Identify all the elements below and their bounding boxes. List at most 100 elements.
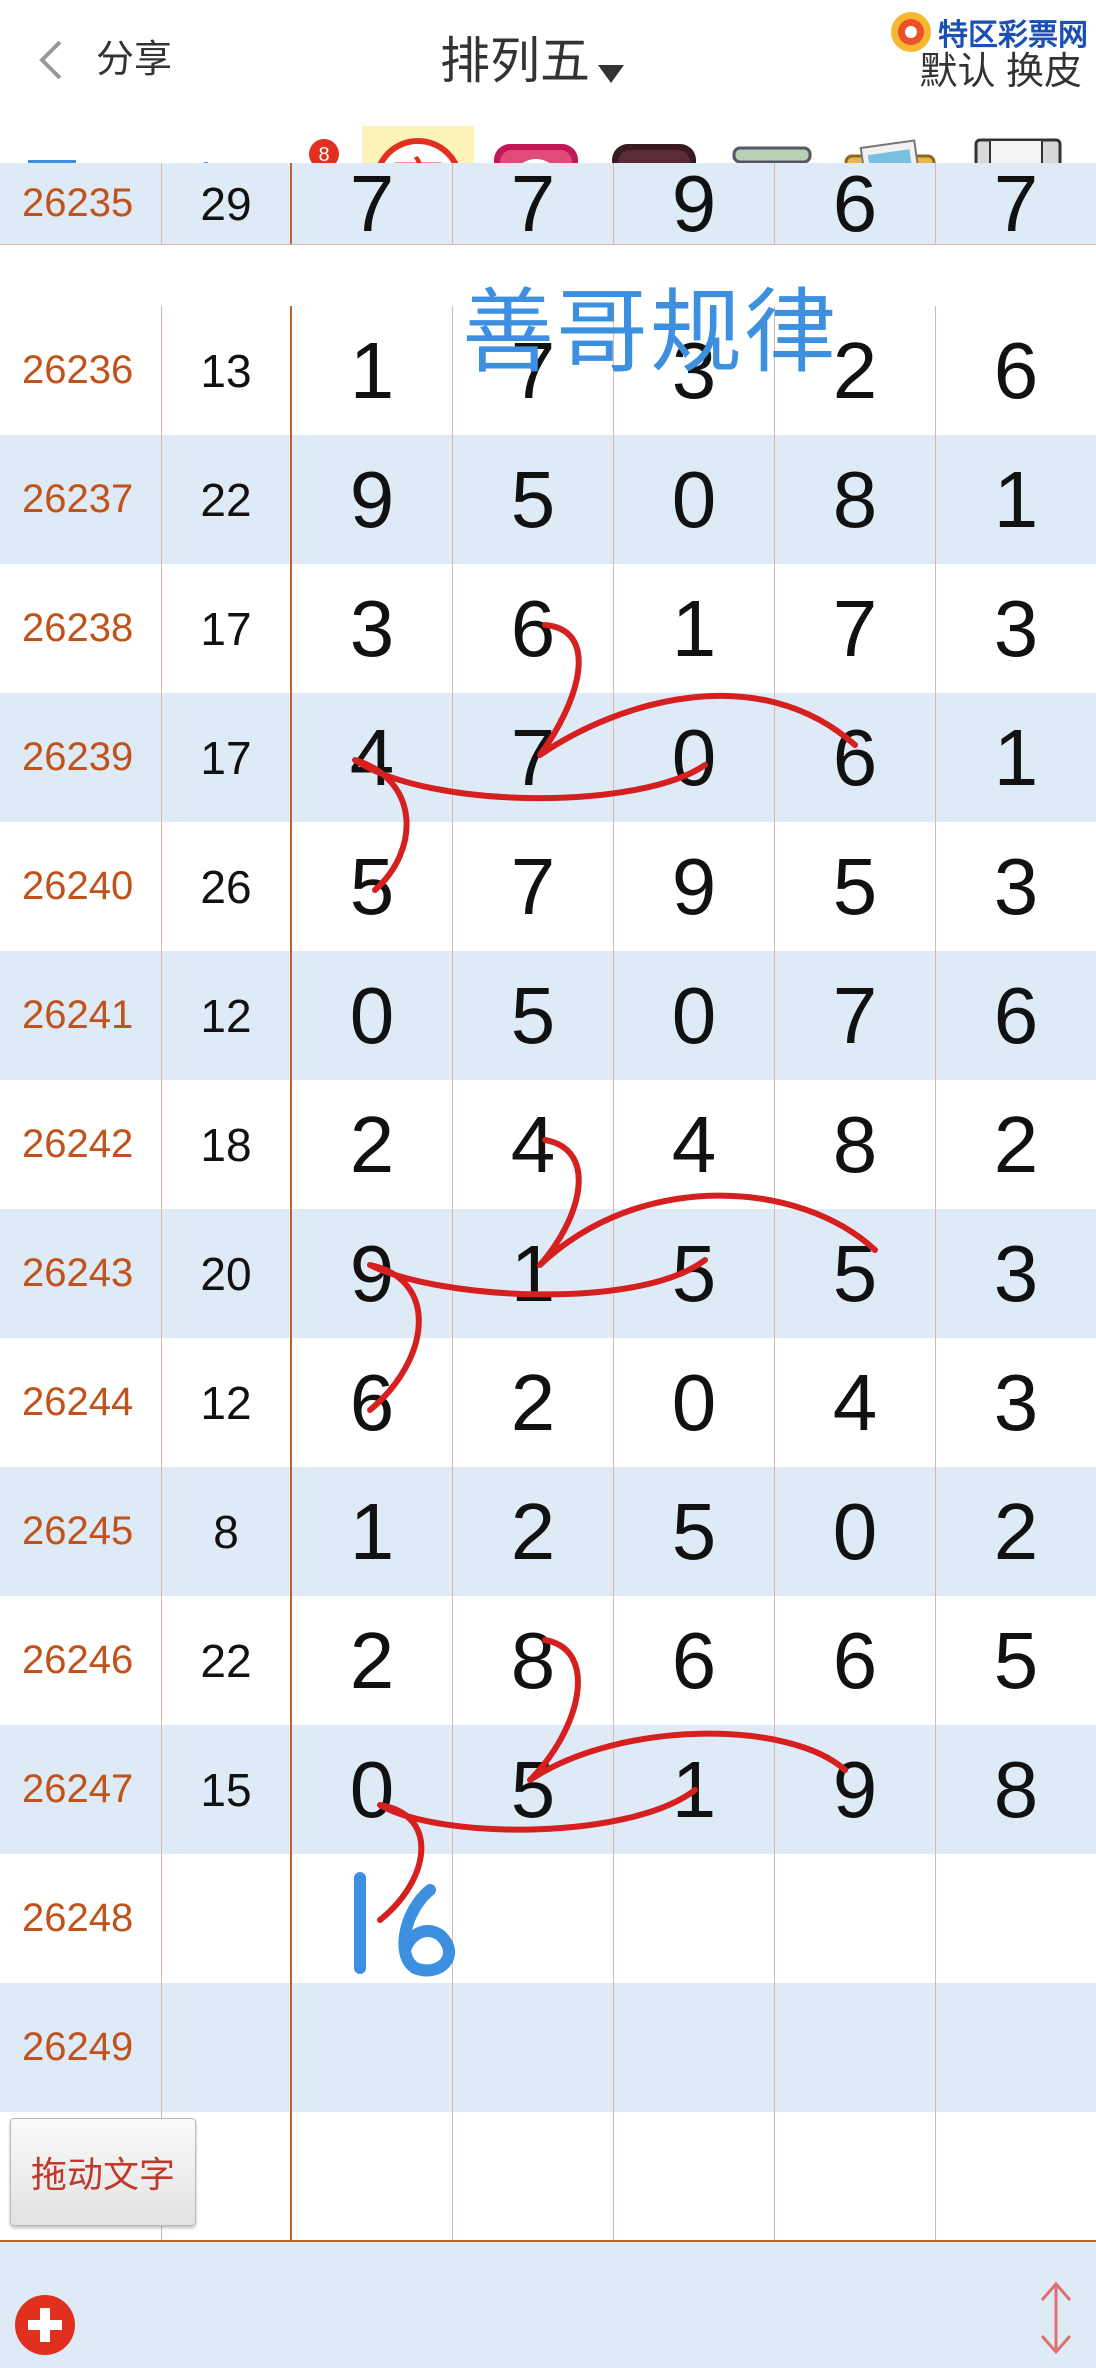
digit-cell: 4 <box>614 1080 775 1209</box>
lottery-type-dropdown[interactable]: 排列五 <box>440 26 625 96</box>
digit-cell: 6 <box>775 1596 936 1725</box>
digit-cell <box>775 1983 936 2112</box>
issue-cell: 26238 <box>0 564 162 693</box>
issue-cell: 26242 <box>0 1080 162 1209</box>
issue-cell: 26236 <box>0 306 162 435</box>
digit-cell: 2 <box>993 1099 1039 1189</box>
sum-cell: 12 <box>162 1338 292 1467</box>
digit-cell: 7 <box>292 159 453 248</box>
back-button[interactable]: 分享 <box>20 26 200 96</box>
table-row: 26249 <box>0 1983 1096 2113</box>
digit-cell <box>453 1983 614 2112</box>
digit-cell: 6 <box>453 564 614 693</box>
digit-cell: 6 <box>614 1596 775 1725</box>
digit-cell: 1 <box>614 564 775 693</box>
digit-cell: 5 <box>453 435 614 564</box>
digit-cell: 5 <box>453 951 614 1080</box>
theme-switch-button[interactable]: 默认 换皮 <box>919 40 1082 95</box>
digit-cell: 6 <box>993 325 1039 415</box>
table-row: 26248 <box>0 1854 1096 1986</box>
digit-cell: 8 <box>993 1744 1039 1834</box>
digit-cell: 1 <box>292 306 453 435</box>
digit-cell <box>453 2112 614 2241</box>
drag-text-button[interactable]: 拖动文字 <box>10 2118 196 2226</box>
digit-cell: 8 <box>775 435 936 564</box>
issue-cell: 26243 <box>0 1209 162 1338</box>
table-row: 26243 20 9 1 5 5 3 <box>0 1209 1096 1339</box>
issue-cell: 26237 <box>0 435 162 564</box>
sum-cell: 20 <box>162 1209 292 1338</box>
digit-cell <box>936 1854 1096 1983</box>
table-row: 26242 18 2 4 4 8 2 <box>0 1080 1096 1210</box>
sum-cell: 17 <box>162 564 292 693</box>
add-circle-icon[interactable] <box>12 2292 78 2358</box>
digit-cell: 2 <box>292 1080 453 1209</box>
digit-cell <box>936 2112 1096 2241</box>
digit-cell <box>292 1854 453 1983</box>
digit-cell: 5 <box>614 1467 775 1596</box>
sum-cell <box>162 1983 292 2112</box>
digit-cell: 8 <box>775 1080 936 1209</box>
digit-cell: 7 <box>453 693 614 822</box>
digit-cell: 6 <box>775 159 936 248</box>
issue-cell: 26248 <box>0 1854 162 1983</box>
table-row: 26244 12 6 2 0 4 3 <box>0 1338 1096 1470</box>
issue-cell: 26249 <box>0 1983 162 2112</box>
digit-cell: 6 <box>775 693 936 822</box>
digit-cell: 6 <box>993 970 1039 1060</box>
digit-cell: 7 <box>453 822 614 951</box>
issue-cell: 26235 <box>0 163 162 244</box>
digit-cell: 9 <box>292 1209 453 1338</box>
digit-cell: 0 <box>292 1725 453 1854</box>
issue-cell: 26246 <box>0 1596 162 1725</box>
digit-cell <box>614 1983 775 2112</box>
scroll-up-down-icon[interactable] <box>1034 2278 1078 2358</box>
issue-cell: 26241 <box>0 951 162 1080</box>
table-row: 26237 22 9 5 0 8 1 <box>0 435 1096 565</box>
digit-cell: 2 <box>775 306 936 435</box>
digit-cell: 8 <box>453 1596 614 1725</box>
digit-cell <box>614 2112 775 2241</box>
digit-cell: 4 <box>453 1080 614 1209</box>
digit-cell: 0 <box>775 1467 936 1596</box>
digit-cell: 0 <box>614 1338 775 1467</box>
digit-cell: 9 <box>614 822 775 951</box>
sum-cell <box>162 1854 292 1983</box>
digit-cell: 3 <box>292 564 453 693</box>
sum-cell: 18 <box>162 1080 292 1209</box>
digit-cell <box>775 2112 936 2241</box>
digit-cell <box>775 1854 936 1983</box>
digit-cell: 5 <box>993 1615 1039 1705</box>
digit-cell: 1 <box>614 1725 775 1854</box>
issue-cell: 26245 <box>0 1467 162 1596</box>
digit-cell: 9 <box>614 159 775 248</box>
sum-cell: 29 <box>162 163 292 244</box>
issue-cell: 26244 <box>0 1338 162 1467</box>
digit-cell: 1 <box>993 454 1039 544</box>
digit-cell: 5 <box>614 1209 775 1338</box>
digit-cell: 3 <box>993 1357 1039 1447</box>
sum-cell: 17 <box>162 693 292 822</box>
top-bar: 分享 排列五 特区彩票网 默认 换皮 <box>0 0 1096 122</box>
table-row: 26236 13 1 7 3 2 6 <box>0 306 1096 438</box>
sum-cell: 26 <box>162 822 292 951</box>
digit-cell: 0 <box>614 435 775 564</box>
sum-cell: 22 <box>162 1596 292 1725</box>
issue-cell: 26239 <box>0 693 162 822</box>
digit-cell: 5 <box>292 822 453 951</box>
chevron-left-icon <box>39 40 62 80</box>
sum-cell: 22 <box>162 435 292 564</box>
digit-cell: 7 <box>453 306 614 435</box>
digit-cell: 4 <box>292 693 453 822</box>
issue-cell: 26240 <box>0 822 162 951</box>
digit-cell: 7 <box>775 564 936 693</box>
digit-cell: 9 <box>292 435 453 564</box>
digit-cell: 7 <box>993 158 1039 248</box>
digit-cell: 2 <box>292 1596 453 1725</box>
digit-cell: 1 <box>453 1209 614 1338</box>
digit-cell <box>292 2112 453 2241</box>
digit-cell: 0 <box>614 951 775 1080</box>
digit-cell <box>936 1983 1096 2112</box>
digit-cell: 3 <box>993 841 1039 931</box>
issue-cell: 26247 <box>0 1725 162 1854</box>
